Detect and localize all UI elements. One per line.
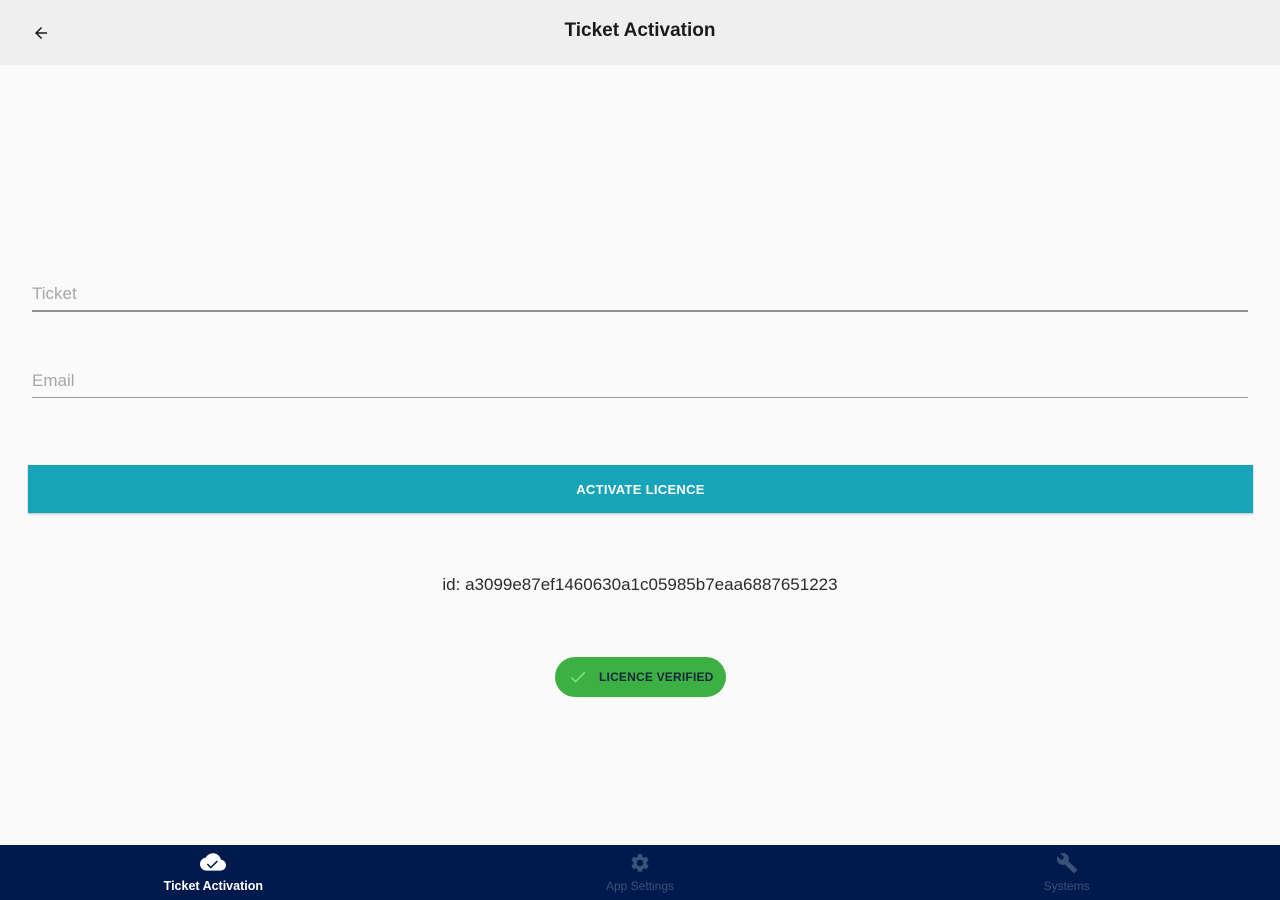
wrench-icon xyxy=(1054,852,1080,874)
ticket-input[interactable] xyxy=(32,284,1248,304)
nav-label-app-settings: App Settings xyxy=(605,879,675,893)
cloud-check-icon xyxy=(200,852,227,874)
check-icon xyxy=(567,666,589,688)
device-id-text: id: a3099e87ef1460630a1c05985b7eaa688765… xyxy=(442,575,838,594)
bottom-navigation: Ticket Activation App Settings Systems xyxy=(0,845,1280,900)
top-app-bar: Ticket Activation xyxy=(0,0,1280,65)
email-field[interactable] xyxy=(32,355,1248,398)
nav-item-app-settings[interactable]: App Settings xyxy=(427,845,854,900)
activate-licence-button[interactable]: ACTIVATE LICENCE xyxy=(28,465,1253,513)
nav-item-ticket-activation[interactable]: Ticket Activation xyxy=(0,845,427,900)
nav-item-systems[interactable]: Systems xyxy=(853,845,1280,900)
nav-label-ticket-activation: Ticket Activation xyxy=(163,879,263,893)
licence-verified-label: LICENCE VERIFIED xyxy=(599,670,714,684)
app-root: Ticket Activation ACTIVATE LICENCE id: a… xyxy=(0,0,1280,900)
nav-label-systems: Systems xyxy=(1043,879,1090,893)
page-title: Ticket Activation xyxy=(564,20,716,41)
gear-icon xyxy=(627,852,653,874)
ticket-field[interactable] xyxy=(32,268,1248,312)
activate-licence-label: ACTIVATE LICENCE xyxy=(576,481,705,497)
licence-verified-badge: LICENCE VERIFIED xyxy=(555,657,726,697)
email-input[interactable] xyxy=(32,371,1248,391)
